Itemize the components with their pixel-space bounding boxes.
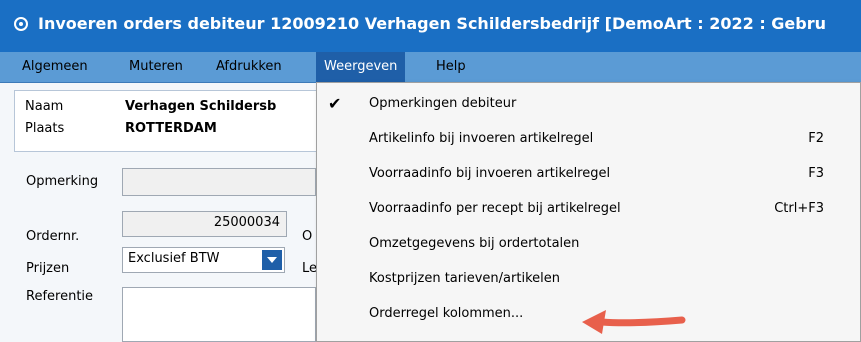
- menu-option-label: Orderregel kolommen...: [369, 306, 524, 321]
- menu-option-voorraadinfo[interactable]: Voorraadinfo bij invoeren artikelregel F…: [317, 157, 860, 191]
- menu-afdrukken[interactable]: Afdrukken: [208, 52, 290, 82]
- menu-option-omzetgegevens[interactable]: Omzetgegevens bij ordertotalen: [317, 227, 860, 261]
- menu-weergeven[interactable]: Weergeven: [316, 52, 406, 82]
- reference-field[interactable]: [122, 287, 316, 342]
- order-form-panel: Naam Verhagen Schildersb Plaats ROTTERDA…: [0, 83, 317, 342]
- remark-field[interactable]: [122, 168, 316, 196]
- city-label: Plaats: [25, 121, 65, 136]
- prices-label: Prijzen: [26, 261, 70, 276]
- name-label: Naam: [25, 99, 64, 114]
- menu-option-opmerkingen-debiteur[interactable]: ✔ Opmerkingen debiteur: [317, 87, 860, 121]
- name-value: Verhagen Schildersb: [125, 99, 277, 114]
- ordernr-label: Ordernr.: [26, 229, 80, 244]
- menu-option-kostprijzen[interactable]: Kostprijzen tarieven/artikelen: [317, 262, 860, 296]
- menu-option-artikelinfo[interactable]: Artikelinfo bij invoeren artikelregel F2: [317, 122, 860, 156]
- annotation-arrow-icon: [582, 310, 686, 334]
- menu-help[interactable]: Help: [428, 52, 474, 82]
- menu-option-label: Kostprijzen tarieven/artikelen: [369, 271, 560, 286]
- remark-label: Opmerking: [26, 174, 99, 189]
- window-title: Invoeren orders debiteur 12009210 Verhag…: [38, 14, 827, 33]
- menu-option-label: Voorraadinfo bij invoeren artikelregel: [369, 166, 611, 181]
- reference-label: Referentie: [26, 289, 94, 304]
- app-gear-icon: [14, 17, 28, 31]
- menu-option-shortcut: F3: [808, 166, 824, 181]
- chevron-down-icon[interactable]: [262, 250, 282, 270]
- prices-value: Exclusief BTW: [128, 251, 220, 266]
- weergeven-dropdown-menu: ✔ Opmerkingen debiteur Artikelinfo bij i…: [316, 82, 861, 342]
- menu-option-label: Voorraadinfo per recept bij artikelregel: [369, 201, 621, 216]
- menu-option-label: Opmerkingen debiteur: [369, 96, 517, 111]
- customer-header: Naam Verhagen Schildersb Plaats ROTTERDA…: [14, 90, 317, 152]
- prices-side-label: Le: [302, 261, 318, 276]
- menu-muteren[interactable]: Muteren: [121, 52, 191, 82]
- window-titlebar: Invoeren orders debiteur 12009210 Verhag…: [0, 0, 861, 52]
- menu-option-label: Artikelinfo bij invoeren artikelregel: [369, 131, 594, 146]
- checkmark-icon: ✔: [328, 94, 342, 113]
- ordernr-value: 25000034: [213, 215, 280, 230]
- menu-algemeen[interactable]: Algemeen: [14, 52, 96, 82]
- ordernr-field[interactable]: 25000034: [122, 211, 287, 237]
- menu-option-label: Omzetgegevens bij ordertotalen: [369, 236, 580, 251]
- city-value: ROTTERDAM: [125, 121, 217, 136]
- menu-option-voorraadinfo-recept[interactable]: Voorraadinfo per recept bij artikelregel…: [317, 192, 860, 226]
- prices-select[interactable]: Exclusief BTW: [122, 247, 285, 273]
- menu-option-shortcut: Ctrl+F3: [774, 201, 824, 216]
- menu-option-shortcut: F2: [808, 131, 824, 146]
- ordernr-side-label: O: [302, 229, 313, 244]
- menu-bar: Algemeen Muteren Afdrukken Weergeven Hel…: [0, 52, 861, 83]
